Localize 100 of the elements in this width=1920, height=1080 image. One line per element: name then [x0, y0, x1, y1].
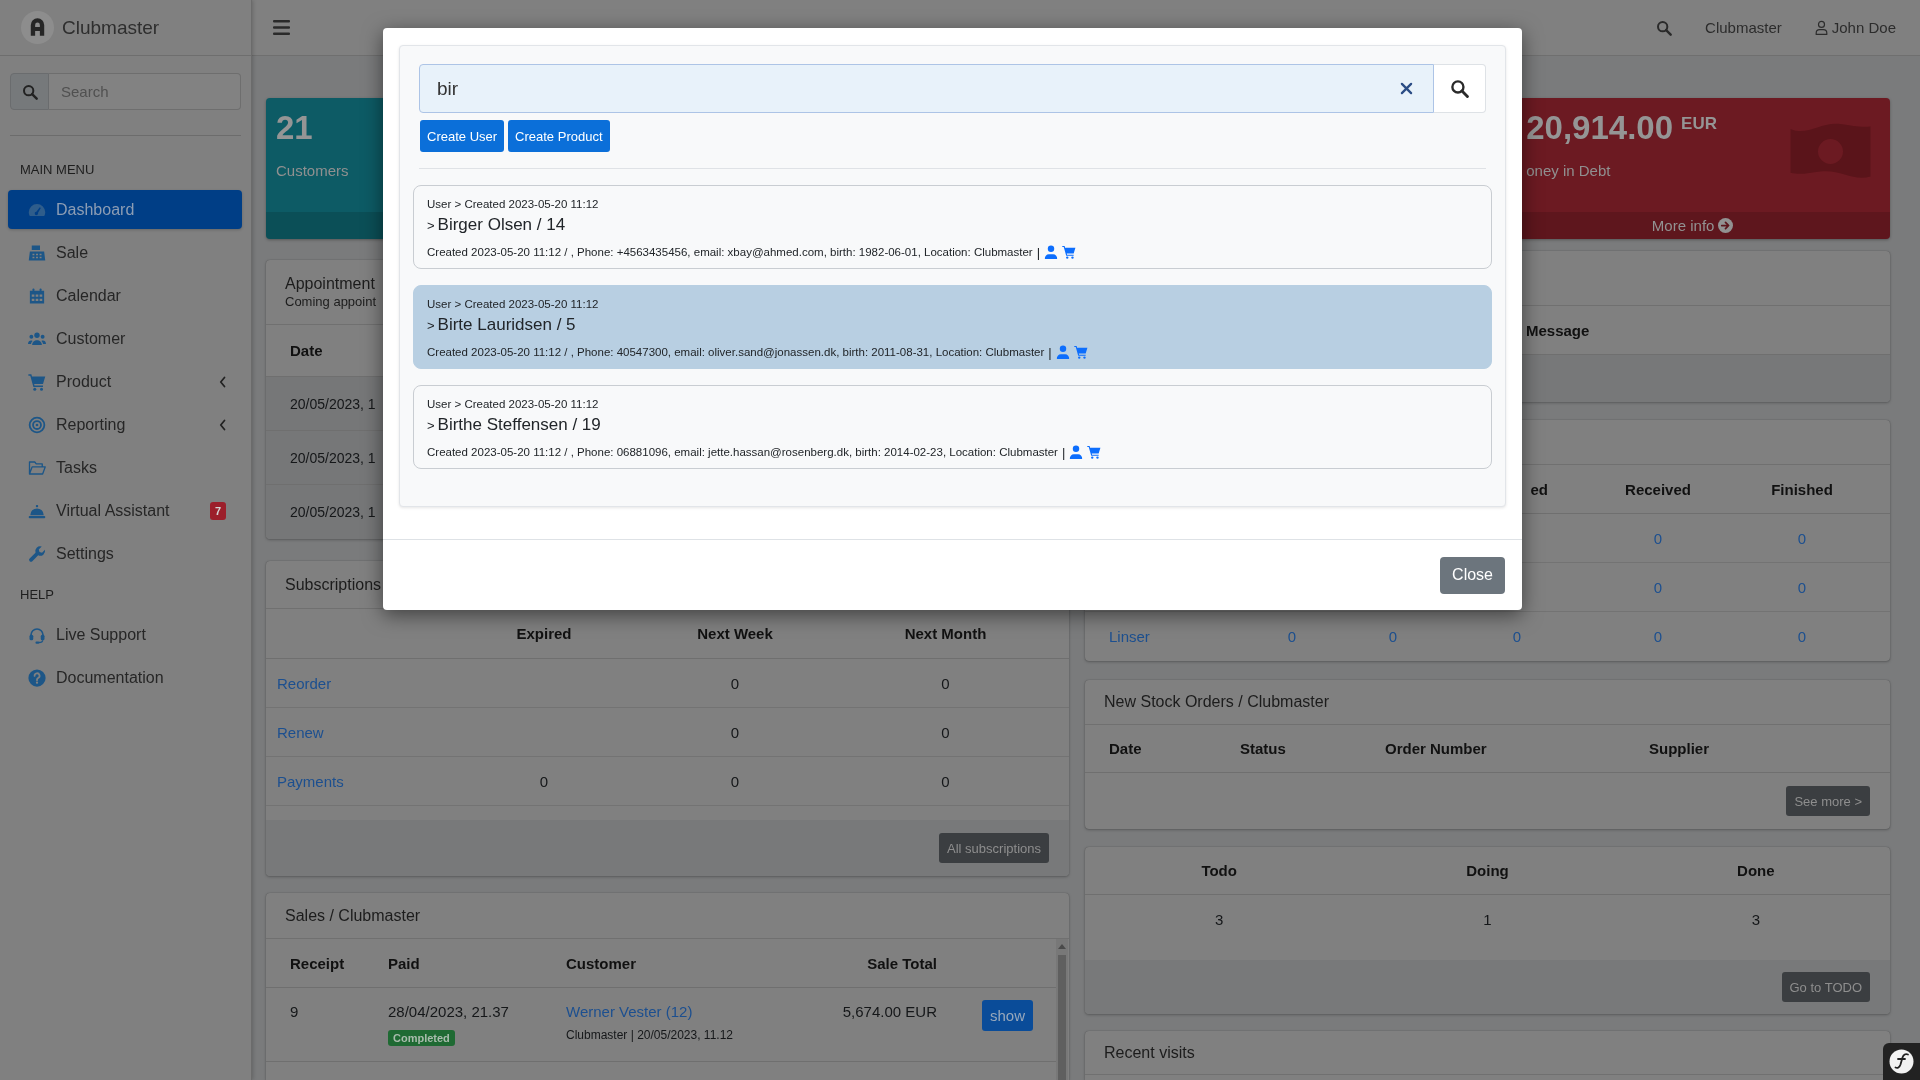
folder-icon — [28, 458, 46, 477]
count-value: 0 — [941, 772, 950, 790]
close-icon[interactable] — [1400, 82, 1413, 95]
row-link[interactable]: 0 — [1512, 628, 1522, 645]
column-header: Customer — [566, 954, 636, 972]
arrow-up-icon — [1058, 944, 1066, 949]
menu-heading: MAIN MENU — [19, 160, 96, 179]
column-header: Finished — [1771, 480, 1833, 498]
column-header: Todo — [1201, 862, 1237, 879]
user-menu[interactable]: John Doe — [1813, 19, 1896, 36]
count-value: 0 — [730, 723, 740, 741]
column-header: Date — [290, 342, 323, 359]
column-header: Sale Total — [867, 954, 937, 972]
row-link[interactable]: 0 — [1797, 628, 1807, 645]
row-link[interactable]: Reorder — [277, 674, 332, 692]
marker-glyph: > — [427, 318, 435, 333]
search-icon — [1450, 79, 1469, 98]
result-details: Created 2023-05-20 11:12 / , Phone: 40547300, email: oliver.sand@jonassen.dk, birth: 2011-08-31, Location: Clubmaster — [427, 346, 1045, 358]
marker-glyph: > — [427, 218, 435, 233]
nav-item[interactable]: Live Support — [8, 615, 242, 654]
customer-info: Clubmaster | 20/05/2023, 11.12 — [566, 1028, 733, 1042]
brand-name[interactable]: Clubmaster — [62, 16, 160, 39]
count-value: 1 — [1483, 911, 1492, 928]
nav-item[interactable]: Calendar — [8, 276, 242, 315]
calendar-icon — [28, 286, 46, 305]
count-value: 0 — [941, 674, 950, 692]
column-header: ed — [1530, 480, 1548, 498]
separator-text: | — [1061, 444, 1066, 460]
user-icon — [1813, 20, 1829, 35]
scrollbar[interactable] — [1056, 939, 1068, 1080]
result-card[interactable]: User > Created 2023-05-20 11:12 > Birte Lauridsen / 5 Created 2023-05-20 11:12 / , Phone: 40547300, email: oliver.sand@jonassen.dk, birth: 2011-08-31, Location: Clubmaster | — [413, 285, 1492, 369]
show-button[interactable]: show — [982, 1000, 1034, 1031]
nav-item[interactable]: Virtual Assistant 7 — [8, 491, 242, 530]
nav-item[interactable]: Dashboard — [8, 190, 242, 229]
nav-item[interactable]: Product — [8, 362, 242, 401]
toolbar-logo-icon[interactable] — [1883, 1043, 1920, 1080]
cart-icon[interactable] — [1073, 345, 1088, 359]
column-header: Paid — [388, 954, 420, 972]
count-value: 0 — [941, 723, 950, 741]
row-link[interactable]: 0 — [1797, 578, 1807, 596]
result-card[interactable]: User > Created 2023-05-20 11:12 > Birger Olsen / 14 Created 2023-05-20 11:12 / , Phone: +4563435456, email: xbay@ahmed.com, birth: 1982-06-01, Location: Clubmaster | — [413, 185, 1492, 269]
all-subscriptions-button[interactable]: All subscriptions — [939, 833, 1049, 863]
count-value: 0 — [730, 772, 740, 790]
card-title: Sales / Clubmaster — [285, 905, 421, 926]
arrow-circle-right-icon — [1718, 218, 1734, 233]
column-header: Next Month — [904, 625, 987, 642]
column-header: Message — [1526, 321, 1590, 339]
site-link[interactable]: Clubmaster — [1705, 19, 1782, 36]
column-header: Status — [1240, 740, 1286, 757]
result-card[interactable]: User > Created 2023-05-20 11:12 > Birthe Steffensen / 19 Created 2023-05-20 11:12 / , Phone: 06881096, email: jette.hassan@rosenberg.dk, birth: 2014-02-23, Location: Clubmaster | — [413, 385, 1492, 469]
result-name: Birte Lauridsen / 5 — [437, 315, 576, 335]
close-button[interactable]: Close — [1440, 556, 1505, 594]
nav-item[interactable]: Settings — [8, 534, 242, 573]
cart-icon[interactable] — [1062, 245, 1077, 259]
column-header: Received — [1625, 480, 1691, 498]
column-header: Order Number — [1385, 740, 1487, 757]
user-icon[interactable] — [1044, 245, 1059, 259]
count-value: 3 — [1751, 911, 1760, 928]
row-link[interactable]: Renew — [277, 723, 324, 741]
row-link[interactable]: 0 — [1797, 529, 1807, 547]
row-link[interactable]: 0 — [1653, 578, 1663, 596]
go-to-todo-button[interactable]: Go to TODO — [1781, 972, 1870, 1002]
nav-item[interactable]: Documentation — [8, 658, 242, 697]
more-info-link[interactable]: More info — [1651, 217, 1734, 234]
row-link[interactable]: 0 — [1388, 628, 1398, 645]
chevron-left-icon — [219, 375, 226, 388]
status-badge: Completed — [388, 1030, 455, 1046]
stat-label: Customers — [276, 162, 349, 180]
separator-text: | — [1048, 344, 1052, 360]
create-button[interactable]: Create Product — [508, 120, 610, 152]
see-more-button[interactable]: See more > — [1786, 786, 1870, 816]
column-header: Doing — [1466, 862, 1509, 879]
search-icon — [21, 83, 38, 100]
card-title: Subscriptions — [285, 574, 382, 595]
chevron-left-icon — [219, 418, 226, 431]
result-name: Birger Olsen / 14 — [437, 215, 566, 235]
logo-icon[interactable] — [21, 11, 54, 44]
date-value: 20/05/2023, 1 — [290, 395, 376, 412]
user-icon[interactable] — [1055, 345, 1070, 359]
nav-item[interactable]: Sale — [8, 233, 242, 272]
nav-item[interactable]: Tasks — [8, 448, 242, 487]
menu-icon[interactable] — [273, 20, 290, 35]
cart-icon[interactable] — [1087, 445, 1102, 459]
count-value: 0 — [539, 772, 549, 790]
row-link[interactable]: Linser — [1109, 628, 1150, 645]
menu-heading: HELP — [19, 585, 55, 604]
result-name: Birthe Steffensen / 19 — [437, 415, 601, 435]
customer-link[interactable]: Werner Vester (12) — [566, 1003, 693, 1020]
create-button[interactable]: Create User — [420, 120, 505, 152]
row-link[interactable]: 0 — [1287, 628, 1297, 645]
row-link[interactable]: 0 — [1653, 529, 1663, 547]
column-header: Expired — [516, 625, 572, 642]
row-link[interactable]: Payments — [277, 772, 344, 790]
nav-item[interactable]: Customer — [8, 319, 242, 358]
card-title: Recent visits — [1104, 1042, 1195, 1063]
user-icon[interactable] — [1069, 445, 1084, 459]
row-link[interactable]: 0 — [1653, 628, 1663, 645]
nav-item[interactable]: Reporting — [8, 405, 242, 444]
search-field[interactable]: bir — [419, 64, 1434, 113]
search-icon[interactable] — [1656, 19, 1673, 36]
